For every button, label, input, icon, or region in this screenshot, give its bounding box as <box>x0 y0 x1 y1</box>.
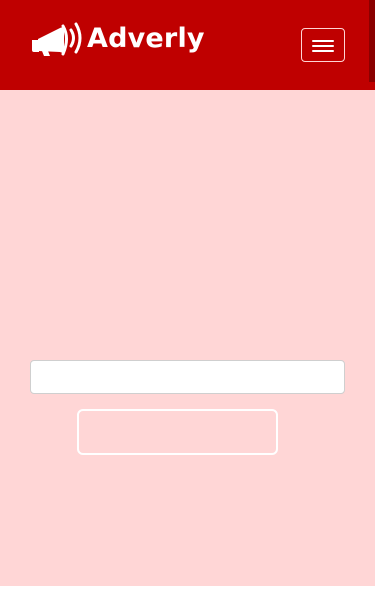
megaphone-icon <box>30 20 84 56</box>
scrollbar[interactable] <box>369 0 375 82</box>
text-input-field[interactable] <box>30 360 345 394</box>
brand-logo-link[interactable]: Adverly <box>30 18 205 58</box>
brand-name: Adverly <box>87 22 205 54</box>
navbar-toggle-button[interactable] <box>301 28 345 62</box>
top-navbar: Adverly <box>0 0 375 90</box>
submit-button[interactable] <box>77 409 278 455</box>
main-content <box>0 90 375 586</box>
